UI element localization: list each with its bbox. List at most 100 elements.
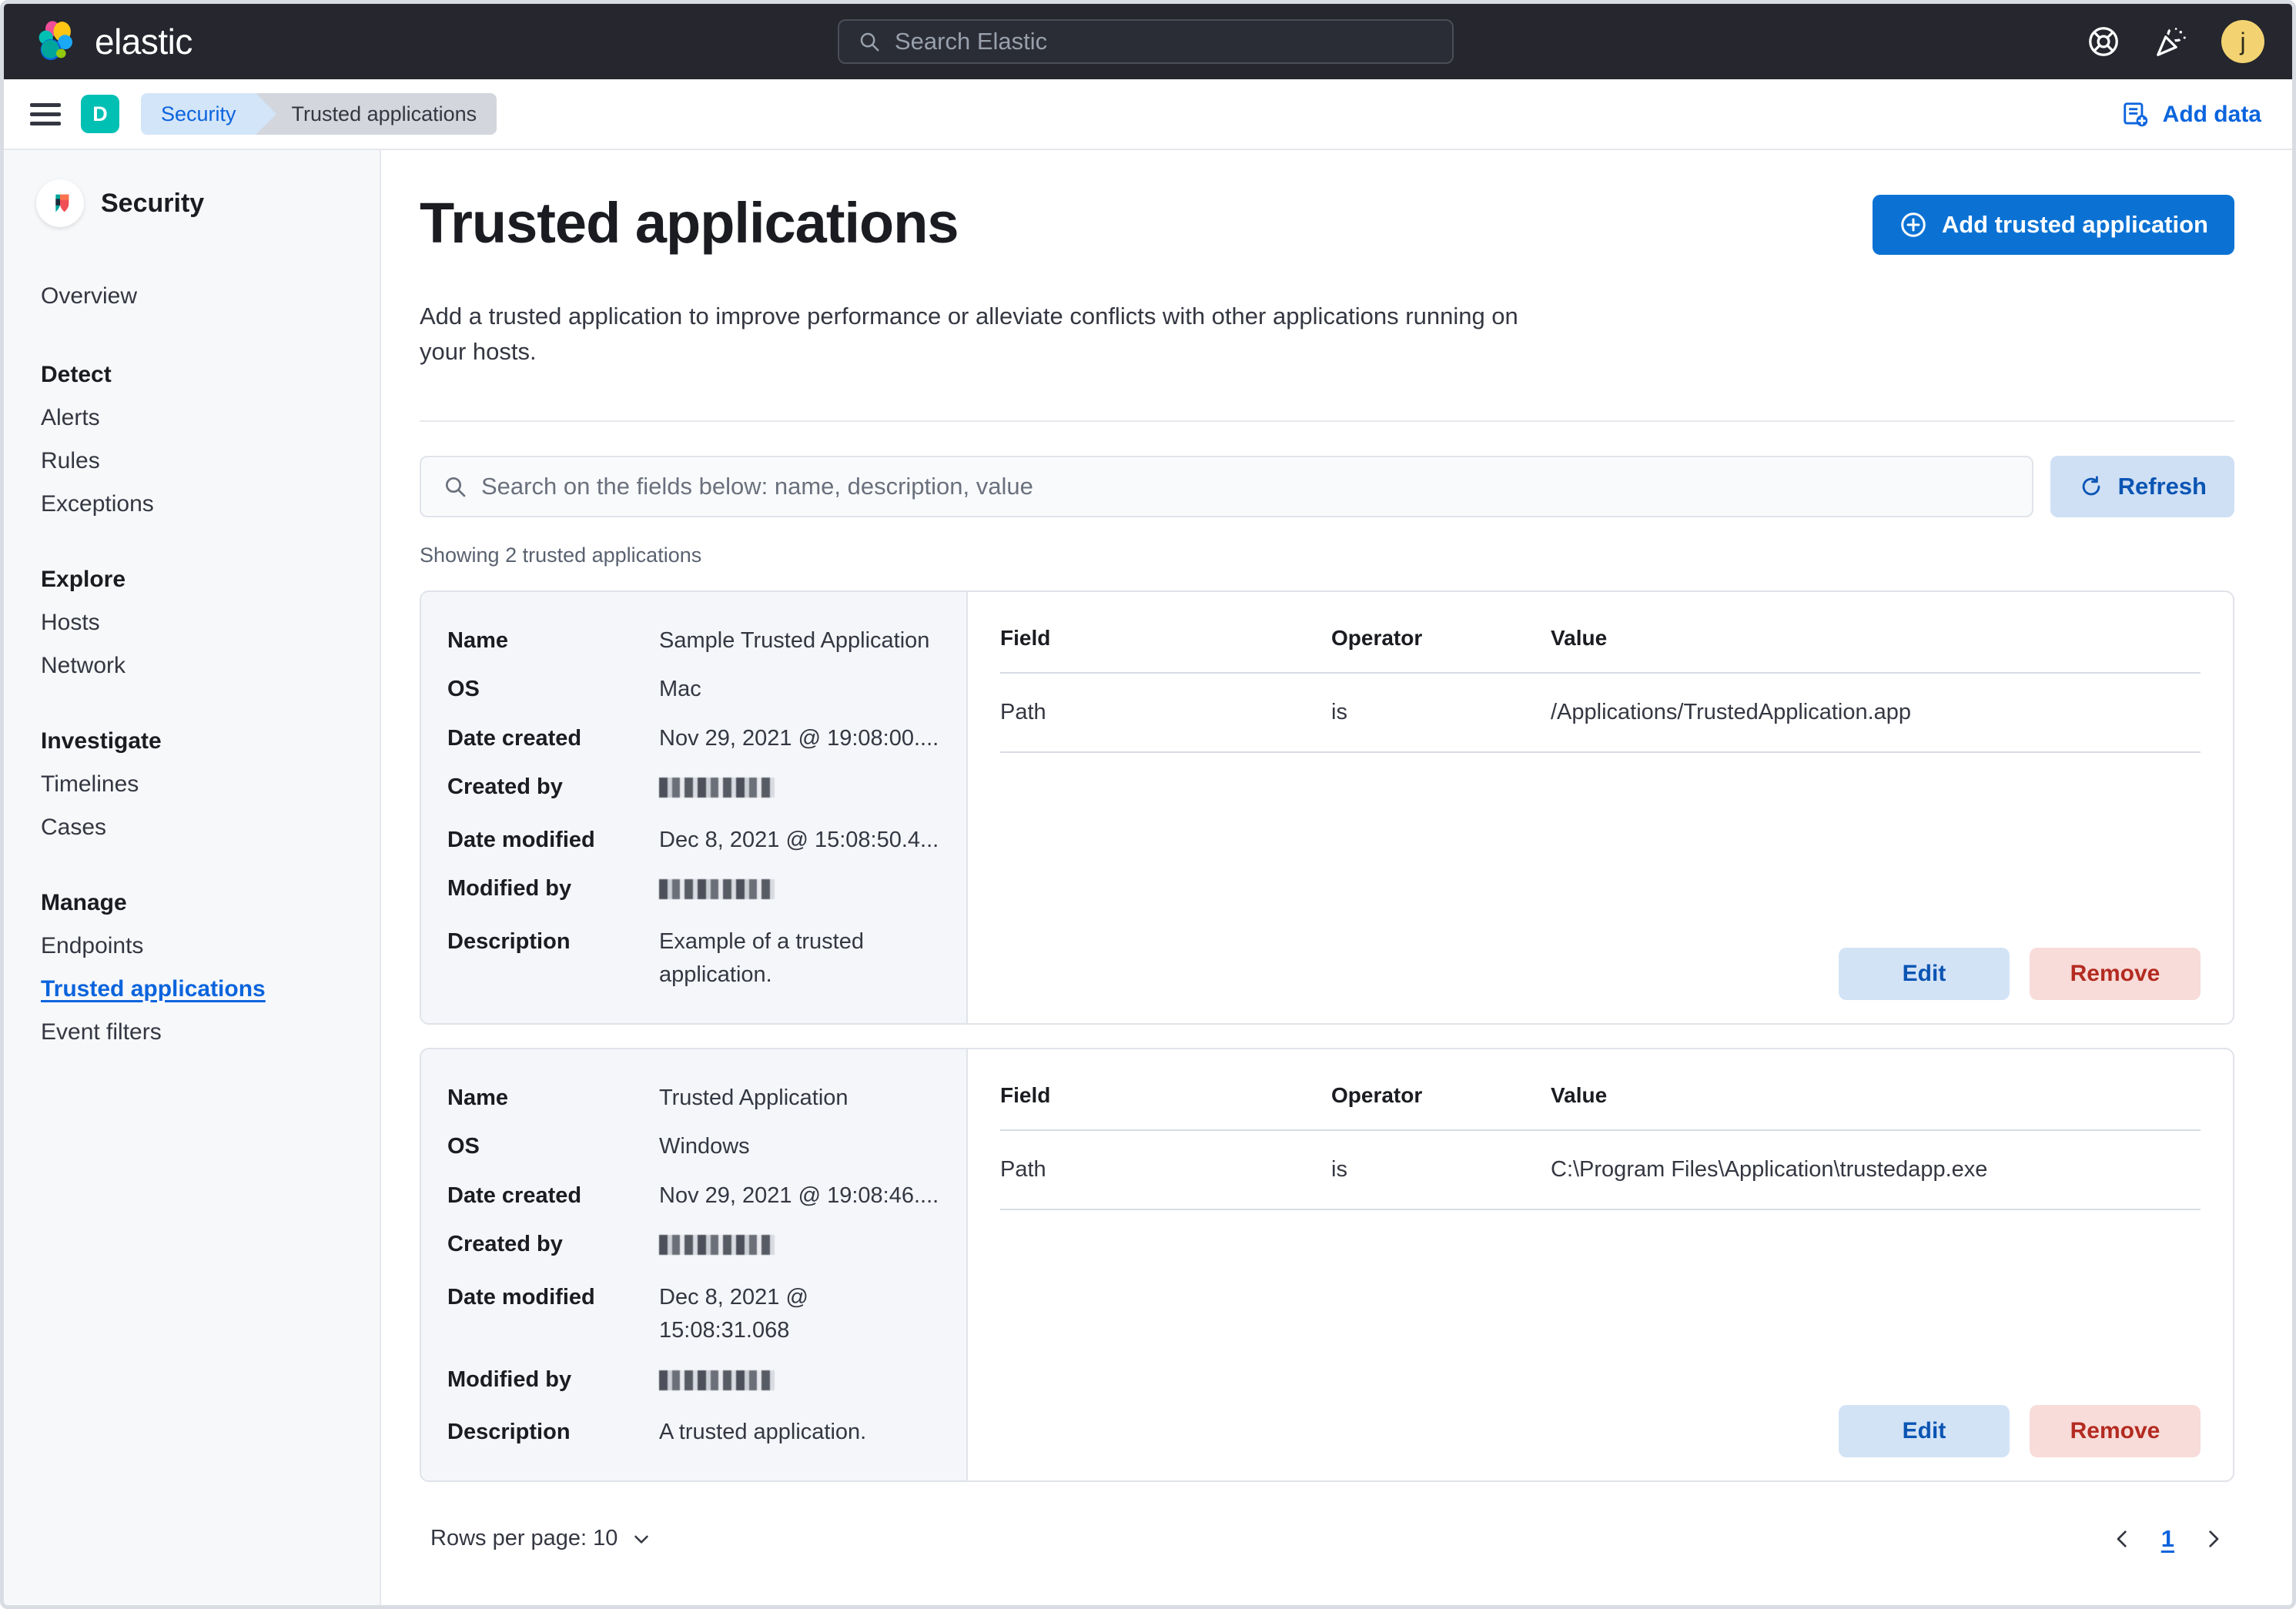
elastic-brand[interactable]: elastic <box>35 20 192 63</box>
sidebar-item-endpoints[interactable]: Endpoints <box>4 925 380 968</box>
entries-table: Field Operator Value Path is /Applicatio… <box>1000 626 2201 753</box>
plus-in-circle-icon <box>1899 210 1928 239</box>
chevron-left-icon[interactable] <box>2110 1527 2135 1551</box>
detail-description: Description A trusted application. <box>447 1416 940 1450</box>
detail-value-name: Sample Trusted Application <box>659 624 929 658</box>
search-icon <box>858 30 881 53</box>
sidebar-item-exceptions[interactable]: Exceptions <box>4 483 380 526</box>
rows-per-page-select[interactable]: Rows per page: 10 <box>430 1526 653 1551</box>
sidebar-title: Security <box>101 189 204 219</box>
table-header-row: Field Operator Value <box>1000 626 2201 673</box>
trusted-apps-search-placeholder: Search on the fields below: name, descri… <box>481 473 1033 500</box>
detail-name: Name Sample Trusted Application <box>447 624 940 658</box>
sidebar-nav: Security Overview Detect Alerts Rules Ex… <box>4 150 381 1605</box>
trusted-application-card: Name Trusted Application OS Windows Date… <box>420 1048 2234 1482</box>
detail-value-created-by <box>659 771 775 808</box>
space-badge[interactable]: D <box>81 95 119 133</box>
page-description: Add a trusted application to improve per… <box>420 299 1528 370</box>
detail-value-os: Windows <box>659 1130 750 1164</box>
sidebar-header: Security <box>4 179 380 227</box>
elastic-kibana-window: elastic Search Elastic j <box>0 0 2296 1609</box>
chevron-right-icon[interactable] <box>2201 1527 2225 1551</box>
detail-description: Description Example of a trusted applica… <box>447 925 940 992</box>
detail-value-os: Mac <box>659 673 701 707</box>
remove-button[interactable]: Remove <box>2030 948 2201 1000</box>
detail-value-description: A trusted application. <box>659 1416 866 1450</box>
global-header: elastic Search Elastic j <box>4 4 2292 79</box>
remove-button[interactable]: Remove <box>2030 1405 2201 1457</box>
sidebar-item-hosts[interactable]: Hosts <box>4 601 380 644</box>
trusted-application-entries: Field Operator Value Path is C:\Program … <box>968 1049 2233 1480</box>
column-header-value: Value <box>1551 1083 2201 1130</box>
hamburger-menu-icon[interactable] <box>30 103 61 125</box>
global-search-placeholder: Search Elastic <box>895 28 1047 55</box>
detail-label-date-created: Date created <box>447 1179 659 1213</box>
sidebar-item-timelines[interactable]: Timelines <box>4 763 380 806</box>
sidebar-item-trusted-applications[interactable]: Trusted applications <box>4 968 380 1011</box>
add-data-button[interactable]: Add data <box>2121 79 2261 150</box>
detail-label-os: OS <box>447 1130 659 1164</box>
column-header-value: Value <box>1551 626 2201 673</box>
trusted-application-details: Name Trusted Application OS Windows Date… <box>421 1049 968 1480</box>
breadcrumb-item-trusted-applications[interactable]: Trusted applications <box>256 93 497 135</box>
sidebar-item-overview[interactable]: Overview <box>4 275 380 318</box>
refresh-label: Refresh <box>2118 473 2207 500</box>
global-search-input[interactable]: Search Elastic <box>838 19 1454 64</box>
page-number-1[interactable]: 1 <box>2161 1525 2174 1553</box>
trusted-application-details: Name Sample Trusted Application OS Mac D… <box>421 592 968 1023</box>
refresh-icon <box>2078 473 2104 500</box>
sidebar-group-investigate: Investigate <box>4 720 380 763</box>
refresh-button[interactable]: Refresh <box>2050 456 2234 517</box>
detail-created-by: Created by <box>447 771 940 808</box>
detail-label-date-modified: Date modified <box>447 1281 659 1348</box>
detail-label-created-by: Created by <box>447 1228 659 1266</box>
column-header-operator: Operator <box>1331 626 1551 673</box>
detail-value-modified-by <box>659 1363 775 1401</box>
add-trusted-application-button[interactable]: Add trusted application <box>1873 195 2234 255</box>
search-icon <box>443 474 467 499</box>
detail-label-description: Description <box>447 925 659 992</box>
sidebar-item-cases[interactable]: Cases <box>4 806 380 849</box>
party-popper-icon[interactable] <box>2154 24 2189 59</box>
cell-operator: is <box>1331 673 1551 752</box>
card-actions: Edit Remove <box>1000 922 2201 1000</box>
edit-button[interactable]: Edit <box>1839 1405 2010 1457</box>
detail-label-created-by: Created by <box>447 771 659 808</box>
trusted-application-card: Name Sample Trusted Application OS Mac D… <box>420 590 2234 1025</box>
trusted-application-entries: Field Operator Value Path is /Applicatio… <box>968 592 2233 1023</box>
sidebar-item-event-filters[interactable]: Event filters <box>4 1011 380 1054</box>
sidebar-item-rules[interactable]: Rules <box>4 440 380 483</box>
user-avatar[interactable]: j <box>2221 20 2264 63</box>
breadcrumb-item-security[interactable]: Security <box>141 93 256 135</box>
sidebar-item-alerts[interactable]: Alerts <box>4 396 380 440</box>
redacted-value <box>659 778 775 798</box>
detail-date-created: Date created Nov 29, 2021 @ 19:08:00.... <box>447 722 940 756</box>
sidebar-group-manage: Manage <box>4 881 380 925</box>
cell-field: Path <box>1000 673 1331 752</box>
breadcrumb-bar: D Security Trusted applications Add data <box>4 79 2292 150</box>
main-content: Trusted applications Add trusted applica… <box>381 150 2292 1605</box>
results-count: Showing 2 trusted applications <box>420 544 2234 567</box>
page-header: Trusted applications Add trusted applica… <box>420 179 2234 256</box>
trusted-apps-search-input[interactable]: Search on the fields below: name, descri… <box>420 456 2033 517</box>
sidebar-group-explore: Explore <box>4 558 380 601</box>
detail-date-modified: Date modified Dec 8, 2021 @ 15:08:31.068 <box>447 1281 940 1348</box>
add-trusted-application-label: Add trusted application <box>1942 211 2208 239</box>
detail-value-date-modified: Dec 8, 2021 @ 15:08:31.068 <box>659 1281 940 1348</box>
pagination-bar: Rows per page: 10 1 <box>420 1525 2234 1553</box>
detail-label-date-modified: Date modified <box>447 824 659 858</box>
detail-value-date-created: Nov 29, 2021 @ 19:08:46.... <box>659 1179 939 1213</box>
detail-os: OS Windows <box>447 1130 940 1164</box>
detail-date-created: Date created Nov 29, 2021 @ 19:08:46.... <box>447 1179 940 1213</box>
detail-label-modified-by: Modified by <box>447 872 659 910</box>
detail-created-by: Created by <box>447 1228 940 1266</box>
detail-value-date-created: Nov 29, 2021 @ 19:08:00.... <box>659 722 939 756</box>
lifebuoy-icon[interactable] <box>2086 24 2121 59</box>
sidebar-item-network[interactable]: Network <box>4 644 380 687</box>
edit-button[interactable]: Edit <box>1839 948 2010 1000</box>
detail-label-name: Name <box>447 624 659 658</box>
page-controls: 1 <box>2110 1525 2225 1553</box>
sidebar-group-detect: Detect <box>4 353 380 396</box>
security-shield-icon <box>36 179 84 227</box>
entries-table: Field Operator Value Path is C:\Program … <box>1000 1083 2201 1210</box>
